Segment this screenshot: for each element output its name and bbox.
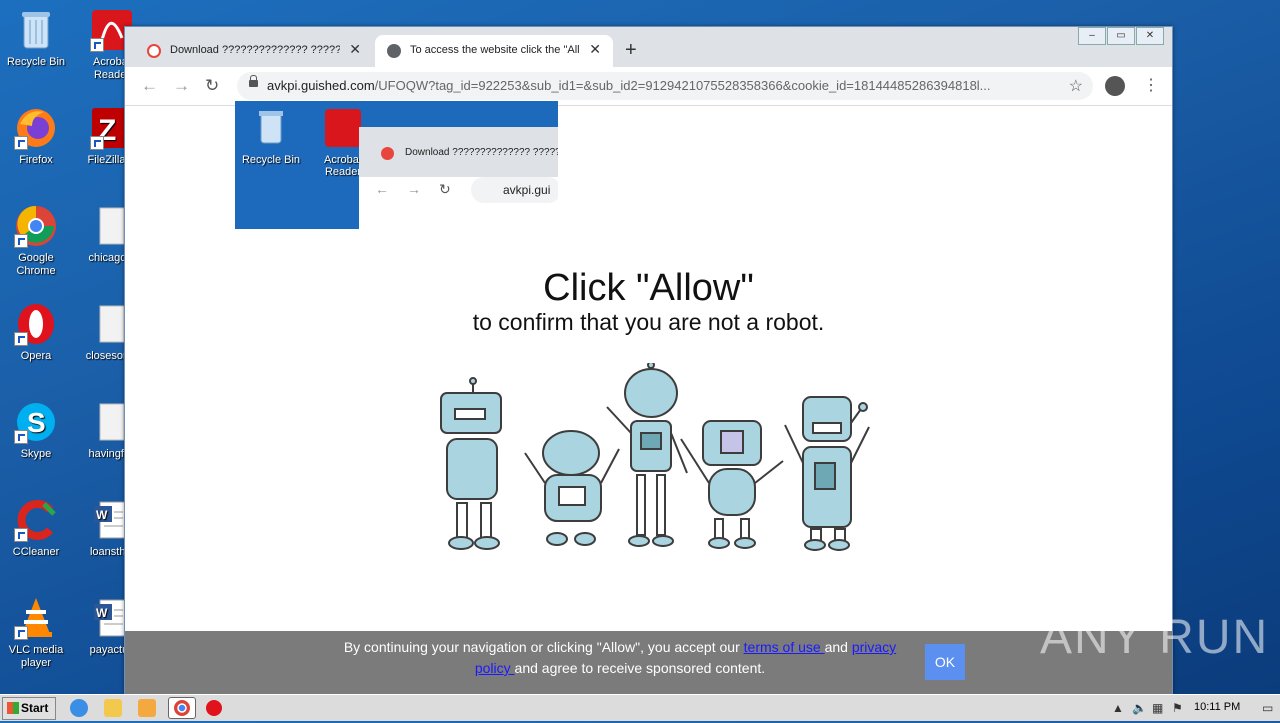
close-window-button[interactable]: ✕ bbox=[1136, 27, 1164, 45]
embedded-tab-title: Download ?????????????? ?????? bbox=[405, 147, 558, 158]
desktop-icon-ccleaner[interactable]: CCleaner bbox=[0, 498, 72, 559]
globe-icon bbox=[387, 44, 401, 58]
desktop-icon-label: CCleaner bbox=[12, 546, 60, 558]
start-button[interactable]: Start bbox=[2, 697, 56, 720]
opera-taskbar-icon[interactable] bbox=[206, 700, 222, 716]
embedded-browser: Download ?????????????? ?????? ← → ↻ avk… bbox=[359, 127, 558, 229]
desktop-icon-opera[interactable]: Opera bbox=[0, 302, 72, 363]
embedded-screenshot-image: Recycle Bin Acrobat Reader Download ????… bbox=[235, 101, 558, 229]
tab-title: To access the website click the "Allow" bbox=[410, 44, 580, 56]
page-headline: Click "Allow" bbox=[543, 267, 754, 309]
tab-allow[interactable]: To access the website click the "Allow" … bbox=[375, 35, 613, 67]
desktop-icon-label: VLC media player bbox=[8, 644, 64, 669]
shortcut-arrow-icon bbox=[14, 430, 28, 444]
media-player-taskbar-icon[interactable] bbox=[138, 699, 156, 717]
tab-title: Download ?????????????? ??????? ??? bbox=[170, 44, 340, 56]
embedded-url: avkpi.gui bbox=[471, 177, 558, 203]
desktop-icon-recycle-bin[interactable]: Recycle Bin bbox=[0, 8, 72, 69]
browser-window: Download ?????????????? ??????? ??? ✕ To… bbox=[124, 26, 1173, 696]
desktop-icon-label: Firefox bbox=[19, 154, 53, 166]
skype-icon: S bbox=[14, 400, 58, 444]
desktop-icon-label: Skype bbox=[20, 448, 52, 460]
back-arrow-icon[interactable]: ← bbox=[141, 76, 158, 96]
svg-text:W: W bbox=[96, 508, 108, 522]
anyrun-watermark: ANY RUN bbox=[1040, 611, 1270, 664]
show-desktop-icon[interactable]: ▭ bbox=[1262, 701, 1273, 715]
cookie-ok-button[interactable]: OK bbox=[925, 644, 965, 680]
menu-kebab-icon[interactable]: ⋮ bbox=[1143, 75, 1159, 95]
network-icon[interactable]: ▦ bbox=[1152, 701, 1163, 715]
close-tab-icon[interactable]: ✕ bbox=[589, 41, 601, 58]
svg-text:S: S bbox=[27, 407, 46, 438]
explorer-taskbar-icon[interactable] bbox=[104, 699, 122, 717]
filezilla-favicon-icon bbox=[147, 44, 161, 58]
minimize-button[interactable]: – bbox=[1078, 27, 1106, 45]
page-subheadline: to confirm that you are not a robot. bbox=[472, 309, 825, 335]
url-host: avkpi.guished.com bbox=[267, 78, 375, 93]
embedded-back-icon: ← bbox=[375, 181, 389, 197]
vlc-icon bbox=[14, 596, 58, 640]
url-text: avkpi.guished.com/UFOQW?tag_id=922253&su… bbox=[267, 78, 1057, 93]
clock: 10:11 PM bbox=[1194, 701, 1241, 713]
forward-arrow-icon[interactable]: → bbox=[173, 76, 190, 96]
desktop-icon-label: Google Chrome bbox=[16, 252, 56, 277]
embedded-icon-label: Recycle Bin bbox=[241, 154, 301, 166]
desktop-icon-vlc[interactable]: VLC media player bbox=[0, 596, 72, 670]
desktop-icon-firefox[interactable]: Firefox bbox=[0, 106, 72, 167]
shortcut-arrow-icon bbox=[14, 136, 28, 150]
url-path: /UFOQW?tag_id=922253&sub_id1=&sub_id2=91… bbox=[374, 78, 991, 93]
embedded-reload-icon: ↻ bbox=[439, 181, 451, 197]
shortcut-arrow-icon bbox=[90, 38, 104, 52]
ie-taskbar-icon[interactable] bbox=[70, 699, 88, 717]
desktop-icon-skype[interactable]: S Skype bbox=[0, 400, 72, 461]
shortcut-arrow-icon bbox=[90, 136, 104, 150]
flag-icon[interactable]: ⚑ bbox=[1172, 701, 1183, 715]
close-tab-icon[interactable]: ✕ bbox=[349, 41, 361, 58]
ccleaner-icon bbox=[14, 498, 58, 542]
tray-expand-icon[interactable]: ▲ bbox=[1112, 701, 1124, 715]
firefox-icon bbox=[14, 106, 58, 150]
taskbar: Start ▲ 🔈 ▦ ⚑ 10:11 PM ▭ bbox=[0, 694, 1280, 721]
desktop-icon-label: Opera bbox=[20, 350, 52, 362]
new-tab-button[interactable]: + bbox=[625, 39, 637, 62]
svg-text:W: W bbox=[96, 606, 108, 620]
robots-illustration bbox=[440, 363, 870, 551]
recycle-bin-icon bbox=[14, 8, 58, 52]
embedded-favicon-icon bbox=[381, 147, 394, 160]
embedded-tab-strip: Download ?????????????? ?????? bbox=[359, 127, 558, 177]
terms-of-use-link[interactable]: terms of use bbox=[744, 639, 825, 655]
system-tray: ▲ 🔈 ▦ ⚑ 10:11 PM ▭ bbox=[1104, 695, 1280, 721]
tab-download[interactable]: Download ?????????????? ??????? ??? ✕ bbox=[135, 35, 373, 67]
shortcut-arrow-icon bbox=[14, 528, 28, 542]
address-bar[interactable]: avkpi.guished.com/UFOQW?tag_id=922253&su… bbox=[237, 72, 1093, 100]
cookie-text: By continuing your navigation or clickin… bbox=[343, 639, 897, 676]
chrome-icon bbox=[14, 204, 58, 248]
cookie-consent-bar: By continuing your navigation or clickin… bbox=[125, 631, 1172, 695]
profile-icon[interactable] bbox=[1105, 76, 1125, 96]
embedded-icon-label: Acrobat Reader bbox=[324, 154, 362, 178]
bookmark-star-icon[interactable]: ☆ bbox=[1069, 76, 1083, 96]
desktop-icon-label: Recycle Bin bbox=[6, 56, 66, 68]
opera-icon bbox=[14, 302, 58, 346]
maximize-button[interactable]: ▭ bbox=[1107, 27, 1135, 45]
volume-icon[interactable]: 🔈 bbox=[1132, 701, 1147, 715]
embedded-recycle-bin-icon: Recycle Bin bbox=[239, 107, 303, 166]
shortcut-arrow-icon bbox=[14, 626, 28, 640]
lock-icon bbox=[249, 75, 258, 87]
shortcut-arrow-icon bbox=[14, 234, 28, 248]
window-controls: – ▭ ✕ bbox=[1077, 27, 1164, 45]
embedded-forward-icon: → bbox=[407, 181, 421, 197]
shortcut-arrow-icon bbox=[14, 332, 28, 346]
reload-icon[interactable]: ↻ bbox=[205, 76, 219, 96]
chrome-taskbar-icon[interactable] bbox=[168, 697, 196, 719]
desktop-icon-chrome[interactable]: Google Chrome bbox=[0, 204, 72, 278]
tab-strip: Download ?????????????? ??????? ??? ✕ To… bbox=[125, 27, 1172, 67]
